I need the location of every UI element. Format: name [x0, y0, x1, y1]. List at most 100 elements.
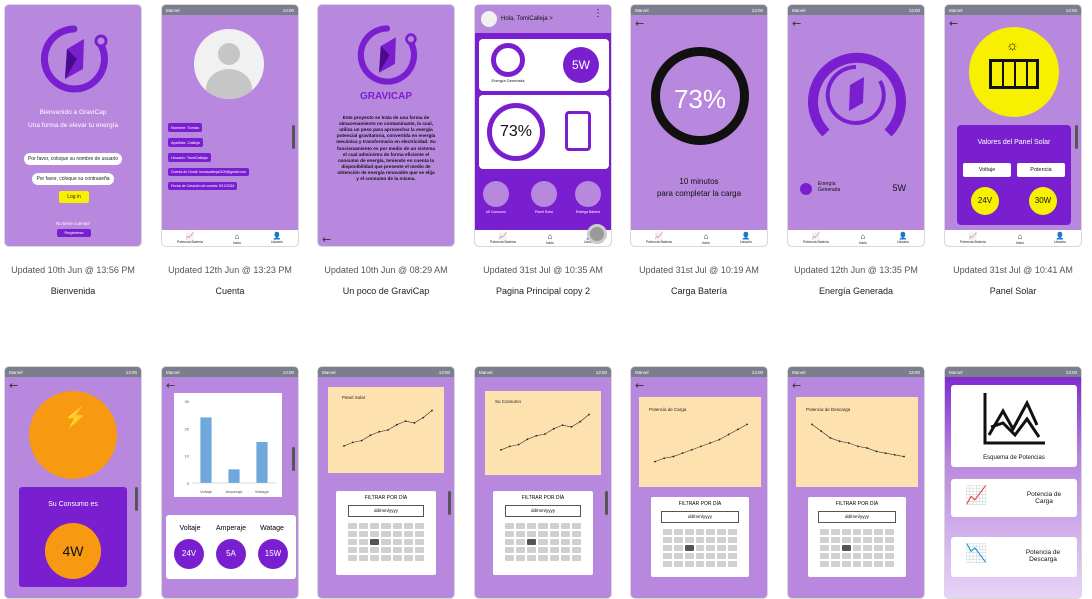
calendar-day[interactable] — [527, 547, 537, 553]
calendar-day[interactable] — [885, 561, 894, 567]
calendar-day[interactable] — [841, 561, 851, 567]
card-title[interactable]: Carga Batería — [629, 286, 769, 296]
calendar-day[interactable] — [538, 547, 548, 553]
screen-card-barras[interactable]: Marvel 13:00 ← 30 20 10 0 Voltaje Amperaje Wata… — [161, 366, 299, 599]
calendar-day[interactable] — [874, 553, 884, 559]
calendar-day[interactable] — [852, 537, 862, 543]
screen-card-principal[interactable]: Hola, TomiCalleja > ⋮ Energía Generada 5… — [474, 4, 612, 247]
calendar-day[interactable] — [538, 523, 548, 529]
card-title[interactable]: Bienvenida — [3, 286, 143, 296]
back-arrow-icon[interactable]: ← — [792, 17, 801, 30]
nav-inicio[interactable]: ⌂ Inicio — [233, 232, 241, 245]
calendar-day[interactable] — [663, 537, 672, 543]
calendar-day[interactable] — [663, 561, 672, 567]
calendar-day[interactable] — [830, 529, 840, 535]
calendar-day[interactable] — [527, 539, 537, 545]
shortcut-entrega-bateria[interactable] — [575, 181, 601, 207]
calendar-grid[interactable] — [348, 523, 424, 561]
calendar-day[interactable] — [852, 561, 862, 567]
nav-bateria[interactable]: 📈 Potencia Batería — [646, 232, 672, 244]
calendar-day[interactable] — [414, 523, 424, 529]
nav-usuario[interactable]: 👤Usuario — [740, 232, 752, 244]
calendar-day[interactable] — [560, 523, 570, 529]
calendar-day[interactable] — [728, 553, 737, 559]
screen-card-grafico-consumo[interactable]: Marvel 13:00 Su Consumo FILTRAR POR DÍA d… — [474, 366, 612, 599]
calendar-day[interactable] — [527, 523, 537, 529]
calendar-grid[interactable] — [505, 523, 581, 561]
calendar-day[interactable] — [359, 555, 369, 561]
calendar-day[interactable] — [571, 539, 581, 545]
calendar-day[interactable] — [852, 529, 862, 535]
calendar-day[interactable] — [695, 545, 705, 551]
calendar-day[interactable] — [392, 555, 402, 561]
calendar-day[interactable] — [549, 539, 559, 545]
nav-bateria[interactable]: 📈 Potencia Batería — [177, 232, 203, 244]
screen-card-grafico-carga[interactable]: Marvel 13:00 ← Potencia de Carga FILTRAR … — [630, 366, 768, 599]
date-input[interactable]: dd/mm/yyyy — [348, 505, 424, 517]
calendar-day[interactable] — [684, 553, 694, 559]
scrollbar[interactable] — [1075, 125, 1078, 149]
calendar-grid[interactable] — [820, 529, 894, 567]
calendar-day[interactable] — [392, 547, 402, 553]
calendar-day[interactable] — [571, 531, 581, 537]
nav-inicio[interactable]: ⌂ Inicio — [859, 232, 867, 245]
password-input[interactable]: Por favor, coloque su contraseña — [19, 167, 127, 185]
calendar-day[interactable] — [392, 531, 402, 537]
calendar-day[interactable] — [863, 561, 873, 567]
esquema-box[interactable]: Esquema de Potencias — [951, 385, 1077, 467]
calendar-day[interactable] — [348, 539, 358, 545]
calendar-day[interactable] — [359, 539, 369, 545]
calendar-day[interactable] — [414, 539, 424, 545]
calendar-day[interactable] — [684, 529, 694, 535]
calendar-day[interactable] — [348, 555, 358, 561]
calendar-day[interactable] — [874, 537, 884, 543]
calendar-day[interactable] — [560, 539, 570, 545]
scrollbar[interactable] — [448, 491, 451, 515]
calendar-day[interactable] — [820, 561, 829, 567]
screen-card-panel-solar[interactable]: Marvel 13:00 ← ☼ Valores del Panel Solar … — [944, 4, 1082, 247]
calendar-day[interactable] — [706, 529, 716, 535]
back-arrow-icon[interactable]: ← — [166, 379, 175, 392]
calendar-day[interactable] — [505, 531, 515, 537]
scrollbar[interactable] — [605, 491, 608, 515]
calendar-day[interactable] — [348, 531, 358, 537]
calendar-day[interactable] — [403, 539, 413, 545]
calendar-day[interactable] — [673, 529, 683, 535]
screen-card-bienvenida[interactable]: Bienvenido a GraviCap Una forma de eleva… — [4, 4, 142, 247]
calendar-day[interactable] — [863, 537, 873, 543]
calendar-day[interactable] — [684, 561, 694, 567]
login-button[interactable]: Log in — [59, 191, 89, 203]
more-menu-icon[interactable]: ⋮ — [593, 9, 603, 19]
calendar-day[interactable] — [863, 529, 873, 535]
calendar-day[interactable] — [820, 529, 829, 535]
calendar-day[interactable] — [370, 539, 380, 545]
calendar-day[interactable] — [392, 539, 402, 545]
calendar-day[interactable] — [830, 545, 840, 551]
calendar-day[interactable] — [516, 531, 526, 537]
calendar-day[interactable] — [695, 529, 705, 535]
calendar-day[interactable] — [728, 529, 737, 535]
calendar-day[interactable] — [549, 531, 559, 537]
card-title[interactable]: Pagina Principal copy 2 — [473, 286, 613, 296]
calendar-day[interactable] — [874, 545, 884, 551]
nav-bateria[interactable]: 📈 Potencia Batería — [490, 232, 516, 244]
calendar-day[interactable] — [370, 523, 380, 529]
nav-inicio[interactable]: ⌂ Inicio — [546, 232, 554, 245]
calendar-day[interactable] — [381, 547, 391, 553]
screen-card-grafico-panel[interactable]: Marvel 13:00 Panel Solar FILTRAR POR DÍA … — [317, 366, 455, 599]
calendar-day[interactable] — [885, 545, 894, 551]
calendar-day[interactable] — [549, 523, 559, 529]
screen-card-energia[interactable]: Marvel 13:00 ← Energía Generada 5W 📈 Poten… — [787, 4, 925, 247]
calendar-day[interactable] — [706, 545, 716, 551]
scrollbar[interactable] — [292, 125, 295, 149]
calendar-day[interactable] — [359, 547, 369, 553]
calendar-day[interactable] — [505, 555, 515, 561]
calendar-day[interactable] — [560, 531, 570, 537]
calendar-day[interactable] — [841, 553, 851, 559]
screen-card-gravicap[interactable]: GRAVICAP Este proyecto se trata de una f… — [317, 4, 455, 247]
screen-card-carga[interactable]: Marvel 13:00 ← 73% 10 minutos para comple… — [630, 4, 768, 247]
back-arrow-icon[interactable]: ← — [635, 17, 644, 30]
calendar-day[interactable] — [403, 547, 413, 553]
calendar-day[interactable] — [403, 531, 413, 537]
calendar-day[interactable] — [359, 531, 369, 537]
